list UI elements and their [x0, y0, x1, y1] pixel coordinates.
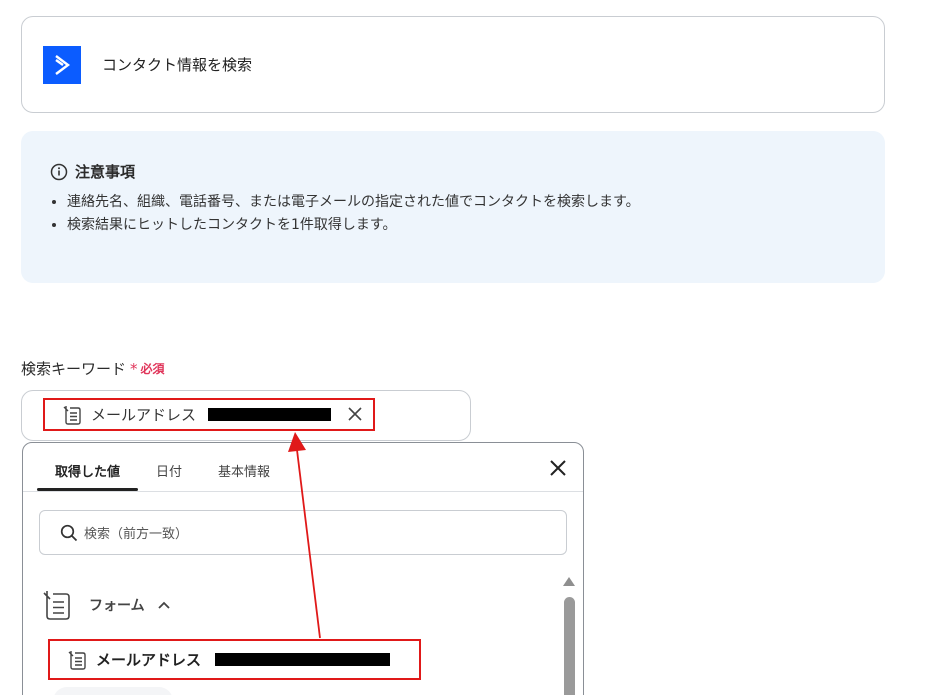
- close-icon[interactable]: [347, 406, 363, 426]
- value-picker-popup: 取得した値 日付 基本情報 検索（前方一致） フォーム メールアドレス: [22, 442, 584, 695]
- scroll-up-arrow-icon[interactable]: [563, 577, 575, 586]
- notice-item: 連絡先名、組織、電話番号、または電子メールの指定された値でコンタクトを検索します…: [67, 193, 640, 211]
- form-icon: [68, 650, 86, 670]
- list-item-next[interactable]: [53, 687, 173, 695]
- group-header-form[interactable]: フォーム: [41, 589, 171, 621]
- search-placeholder: 検索（前方一致）: [84, 527, 189, 542]
- notice-title: 注意事項: [75, 163, 136, 181]
- notice-box: 注意事項 連絡先名、組織、電話番号、または電子メールの指定された値でコンタクトを…: [21, 131, 885, 283]
- keyword-chip[interactable]: メールアドレス: [43, 398, 375, 431]
- action-card: コンタクト情報を検索: [21, 16, 885, 113]
- notice-list: 連絡先名、組織、電話番号、または電子メールの指定された値でコンタクトを検索します…: [67, 193, 640, 239]
- search-icon: [60, 524, 78, 541]
- required-mark: *: [130, 359, 138, 378]
- notice-header: 注意事項: [50, 161, 135, 182]
- list-item-label: メールアドレス: [96, 651, 202, 669]
- tabs-divider: [23, 491, 583, 492]
- chip-label: メールアドレス: [91, 406, 197, 424]
- form-icon: [43, 591, 70, 620]
- required-text: 必須: [140, 362, 165, 376]
- redacted-value: [215, 653, 391, 666]
- chevron-up-icon: [157, 601, 170, 609]
- activecampaign-chevron-icon: [43, 46, 81, 84]
- notice-item: 検索結果にヒットしたコンタクトを1件取得します。: [67, 216, 640, 234]
- tab-retrieved-values[interactable]: 取得した値: [37, 443, 139, 491]
- group-label: フォーム: [89, 598, 145, 614]
- search-keyword-label: 検索キーワード * 必須: [21, 358, 165, 379]
- field-label-text: 検索キーワード: [21, 360, 127, 378]
- list-item[interactable]: メールアドレス: [48, 639, 421, 680]
- form-icon: [63, 405, 81, 425]
- search-input[interactable]: 検索（前方一致）: [39, 510, 567, 555]
- scrollbar-thumb[interactable]: [564, 597, 575, 695]
- close-icon[interactable]: [549, 459, 567, 481]
- tab-basic-info[interactable]: 基本情報: [200, 443, 288, 491]
- info-circle-icon: [50, 163, 68, 180]
- action-title: コンタクト情報を検索: [102, 56, 253, 74]
- tab-date[interactable]: 日付: [138, 443, 200, 491]
- redacted-value: [208, 408, 332, 421]
- tab-bar: 取得した値 日付 基本情報: [37, 443, 288, 491]
